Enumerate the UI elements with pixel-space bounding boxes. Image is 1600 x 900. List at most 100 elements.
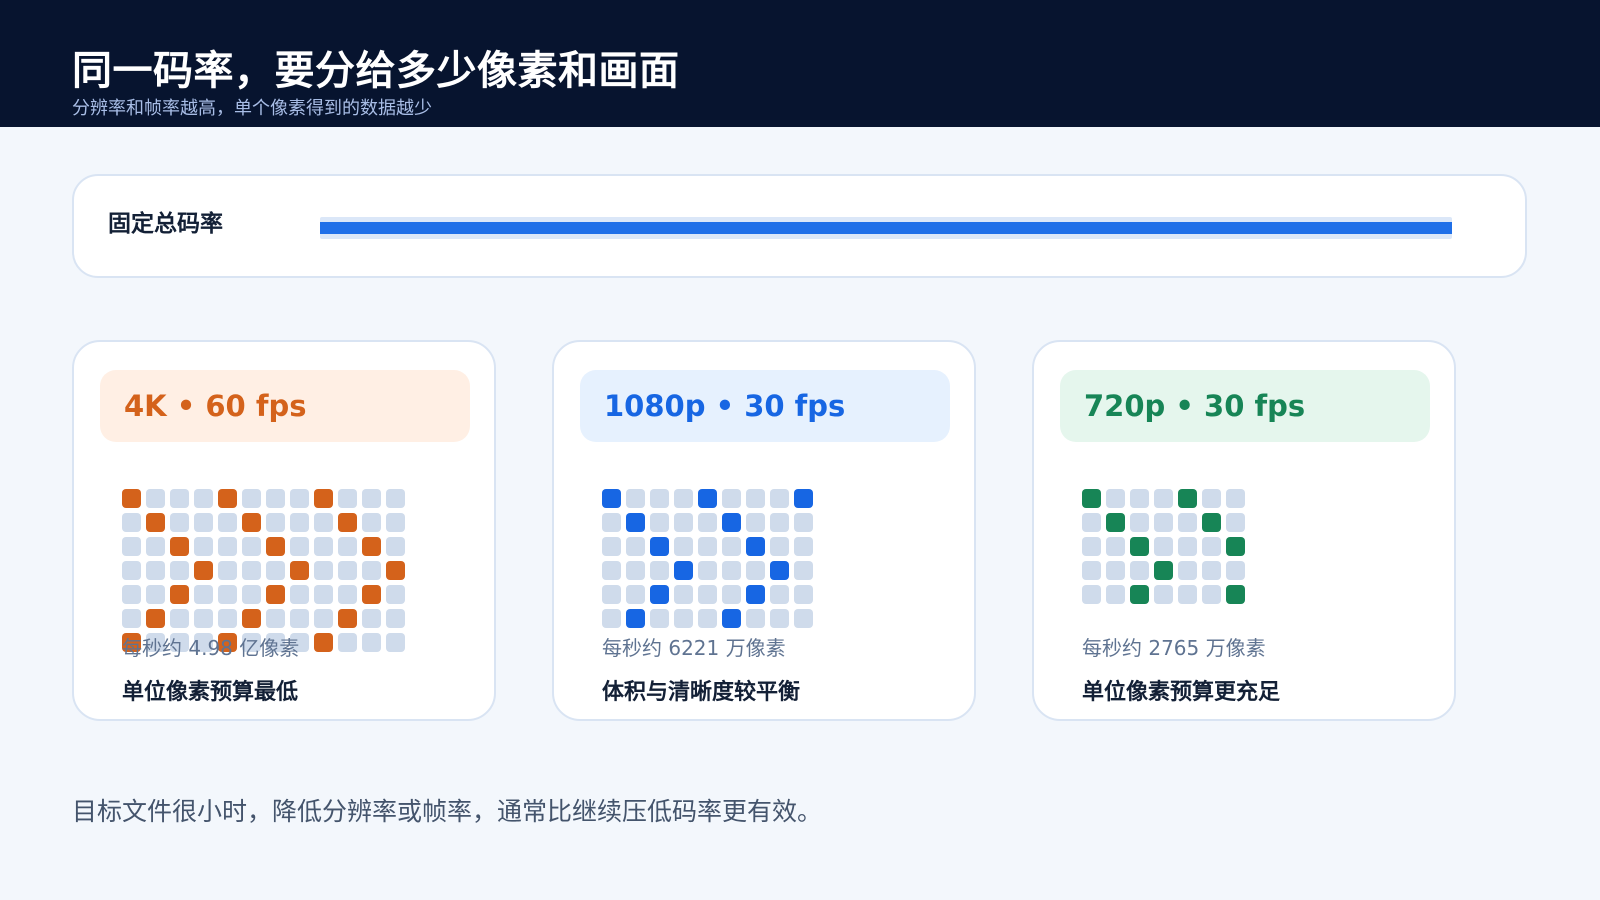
pixel-cell	[1082, 489, 1101, 508]
pixel-cell	[290, 537, 309, 556]
pixel-cell	[770, 561, 789, 580]
pixel-cell	[218, 537, 237, 556]
pixel-cell	[674, 561, 693, 580]
pixel-cell	[674, 609, 693, 628]
card-header-4k: 4K • 60 fps	[100, 370, 470, 442]
pixel-cell	[266, 609, 285, 628]
pixel-cell	[626, 537, 645, 556]
pixel-cell	[194, 537, 213, 556]
card-note-1080p: 体积与清晰度较平衡	[602, 680, 801, 705]
pixel-cell	[746, 537, 765, 556]
pixel-cell	[386, 489, 405, 508]
pixel-cell	[650, 561, 669, 580]
pixel-cell	[1202, 489, 1221, 508]
pixel-cell	[290, 585, 309, 604]
pixel-cell	[386, 513, 405, 532]
pixel-cell	[602, 513, 621, 532]
pixel-cell	[362, 537, 381, 556]
pixel-cell	[1154, 537, 1173, 556]
pixel-cell	[266, 537, 285, 556]
pixel-cell	[1226, 561, 1245, 580]
pixel-cell	[1178, 537, 1197, 556]
pixel-cell	[314, 633, 333, 652]
pixel-cell	[1130, 585, 1149, 604]
pixel-cell	[1154, 561, 1173, 580]
pixel-cell	[746, 513, 765, 532]
pixel-cell	[170, 489, 189, 508]
card-4k-60fps: 4K • 60 fps 每秒约 4.98 亿像素 单位像素预算最低	[72, 340, 496, 721]
pixel-cell	[362, 513, 381, 532]
pixel-cell	[1226, 513, 1245, 532]
pixel-cell	[194, 609, 213, 628]
pixel-rate-1080p: 每秒约 6221 万像素	[602, 636, 786, 660]
pixel-cell	[794, 609, 813, 628]
pixel-cell	[362, 489, 381, 508]
pixel-cell	[1106, 585, 1125, 604]
pixel-cell	[626, 513, 645, 532]
pixel-cell	[722, 585, 741, 604]
pixel-cell	[242, 561, 261, 580]
pixel-cell	[338, 585, 357, 604]
pixel-cell	[122, 513, 141, 532]
pixel-cell	[314, 489, 333, 508]
page-subtitle: 分辨率和帧率越高，单个像素得到的数据越少	[72, 98, 432, 119]
pixel-cell	[218, 489, 237, 508]
pixel-cell	[698, 513, 717, 532]
pixel-cell	[122, 609, 141, 628]
pixel-cell	[386, 585, 405, 604]
pixel-cell	[386, 633, 405, 652]
card-note-4k: 单位像素预算最低	[122, 680, 299, 705]
pixel-cell	[146, 489, 165, 508]
pixel-cell	[746, 561, 765, 580]
pixel-cell	[770, 585, 789, 604]
pixel-cell	[770, 609, 789, 628]
pixel-cell	[122, 537, 141, 556]
pixel-cell	[242, 537, 261, 556]
pixel-grid-4k	[122, 489, 405, 652]
pixel-cell	[1082, 537, 1101, 556]
pixel-rate-720p: 每秒约 2765 万像素	[1082, 636, 1266, 660]
pixel-cell	[146, 537, 165, 556]
pixel-cell	[314, 537, 333, 556]
pixel-cell	[170, 537, 189, 556]
pixel-cell	[698, 561, 717, 580]
pixel-cell	[1202, 585, 1221, 604]
pixel-cell	[338, 633, 357, 652]
pixel-cell	[698, 609, 717, 628]
pixel-cell	[1130, 489, 1149, 508]
footer-note: 目标文件很小时，降低分辨率或帧率，通常比继续压低码率更有效。	[72, 797, 823, 826]
pixel-cell	[794, 585, 813, 604]
pixel-cell	[218, 561, 237, 580]
pixel-cell	[170, 609, 189, 628]
pixel-cell	[362, 561, 381, 580]
pixel-cell	[1106, 561, 1125, 580]
fixed-bitrate-label: 固定总码率	[108, 211, 223, 237]
pixel-cell	[338, 609, 357, 628]
pixel-cell	[1202, 537, 1221, 556]
pixel-cell	[1106, 537, 1125, 556]
pixel-cell	[602, 609, 621, 628]
pixel-cell	[194, 513, 213, 532]
pixel-cell	[218, 609, 237, 628]
pixel-cell	[290, 489, 309, 508]
pixel-cell	[314, 609, 333, 628]
pixel-cell	[698, 585, 717, 604]
pixel-cell	[698, 537, 717, 556]
pixel-cell	[1202, 561, 1221, 580]
pixel-cell	[794, 561, 813, 580]
pixel-cell	[146, 561, 165, 580]
pixel-cell	[122, 561, 141, 580]
pixel-cell	[626, 489, 645, 508]
pixel-cell	[314, 585, 333, 604]
pixel-cell	[674, 585, 693, 604]
pixel-cell	[1226, 585, 1245, 604]
pixel-cell	[722, 489, 741, 508]
pixel-cell	[290, 609, 309, 628]
pixel-cell	[1154, 513, 1173, 532]
pixel-cell	[626, 585, 645, 604]
pixel-cell	[770, 537, 789, 556]
pixel-cell	[602, 489, 621, 508]
pixel-cell	[602, 537, 621, 556]
pixel-cell	[290, 513, 309, 532]
pixel-cell	[722, 537, 741, 556]
